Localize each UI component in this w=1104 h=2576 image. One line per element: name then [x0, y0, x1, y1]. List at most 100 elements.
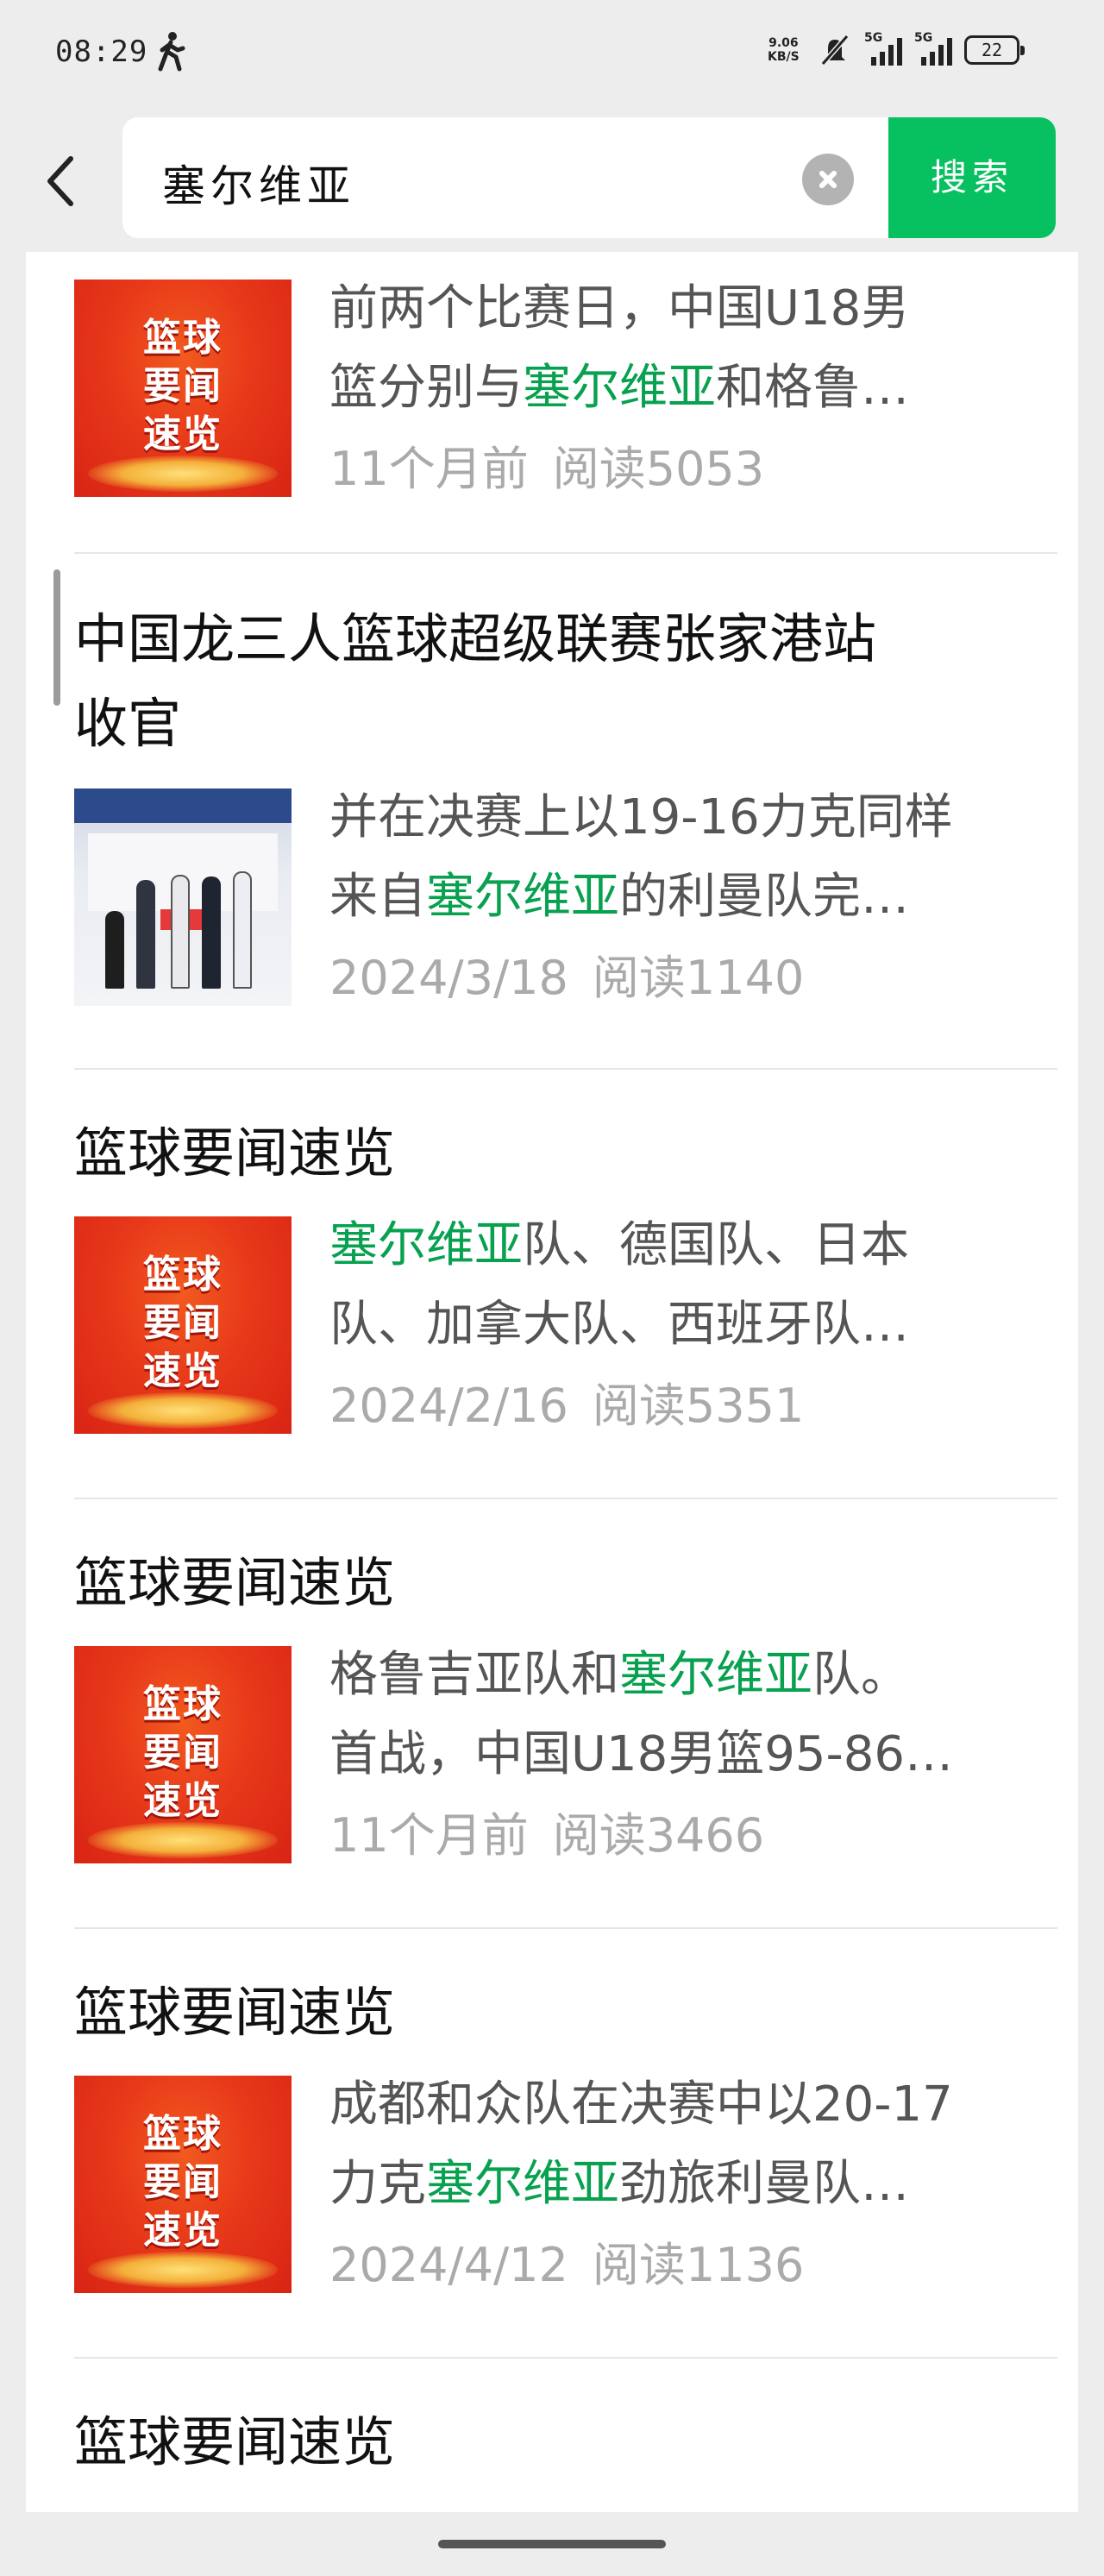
result-date: 2024/2/16 — [329, 1379, 568, 1433]
snippet-text: 和格鲁… — [716, 360, 909, 416]
thumb-text: 篮球 — [143, 2112, 223, 2156]
search-header: 塞尔维亚 搜索 — [0, 104, 1104, 252]
snippet-text: 的利曼队完… — [619, 869, 909, 925]
thumb-text: 篮球 — [143, 1682, 223, 1726]
highlighted-keyword: 塞尔维亚 — [523, 360, 716, 416]
highlighted-keyword: 塞尔维亚 — [426, 2156, 619, 2212]
signal-label: 5G — [914, 31, 933, 45]
result-date: 2024/3/18 — [329, 951, 568, 1005]
thumb-text: 速览 — [143, 2208, 223, 2252]
result-snippet-line: 篮分别与塞尔维亚和格鲁… — [329, 349, 1037, 428]
thumb-text: 要闻 — [143, 364, 223, 408]
net-speed-unit: KB/S — [768, 50, 800, 64]
search-query-text[interactable]: 塞尔维亚 — [162, 152, 355, 214]
highlighted-keyword: 塞尔维亚 — [329, 1217, 523, 1273]
result-snippet-line: 力克塞尔维亚劲旅利曼队… — [329, 2145, 1037, 2224]
snippet-text: 成都和众队在决赛中以20-17 — [329, 2077, 953, 2133]
signal-label: 5G — [864, 31, 883, 45]
snippet-text: 前两个比赛日，中国U18男 — [329, 280, 910, 336]
result-item[interactable]: 篮球要闻速览 篮球 要闻 速览 塞尔维亚队、德国队、日本 队、加拿大队、西班牙队… — [74, 1111, 1057, 1448]
result-snippet-line: 队、加拿大队、西班牙队… — [329, 1285, 1037, 1365]
result-item[interactable]: 中国龙三人篮球超级联赛张家港站 收官 并在决赛上以19-16力克同样 来自塞尔维… — [74, 597, 1057, 1020]
result-item[interactable]: 篮球要闻速览 — [74, 2400, 1057, 2485]
snippet-text: 来自 — [329, 869, 426, 925]
result-meta: 2024/2/16 阅读5351 — [329, 1365, 1037, 1448]
net-speed-value: 9.06 — [768, 36, 799, 50]
result-title[interactable]: 篮球要闻速览 — [74, 2400, 1057, 2485]
thumb-text: 篮球 — [143, 316, 223, 360]
thumb-text: 速览 — [143, 1779, 223, 1823]
divider — [74, 2357, 1057, 2359]
result-snippet-line: 塞尔维亚队、德国队、日本 — [329, 1206, 1037, 1285]
divider — [74, 552, 1057, 554]
search-results[interactable]: 篮球 要闻 速览 前两个比赛日，中国U18男 篮分别与塞尔维亚和格鲁… 11个月… — [26, 252, 1078, 2512]
scrollbar[interactable] — [53, 569, 60, 706]
result-snippet-line: 前两个比赛日，中国U18男 — [329, 269, 1037, 349]
result-snippet-line: 格鲁吉亚队和塞尔维亚队。 — [329, 1636, 1037, 1715]
result-read-count: 阅读5351 — [592, 1379, 805, 1433]
divider — [74, 1498, 1057, 1499]
thumb-text: 要闻 — [143, 2160, 223, 2204]
result-item[interactable]: 篮球 要闻 速览 前两个比赛日，中国U18男 篮分别与塞尔维亚和格鲁… 11个月… — [74, 280, 1057, 511]
result-read-count: 阅读5053 — [552, 442, 765, 496]
network-speed: 9.06 KB/S — [768, 36, 800, 64]
status-time: 08:29 — [55, 35, 148, 69]
result-snippet-line: 来自塞尔维亚的利曼队完… — [329, 858, 1037, 937]
thumb-text: 速览 — [143, 412, 223, 456]
article-thumbnail: 篮球 要闻 速览 — [74, 280, 292, 497]
article-thumbnail: 篮球 要闻 速览 — [74, 1646, 292, 1863]
highlighted-keyword: 塞尔维亚 — [619, 1647, 812, 1703]
home-indicator[interactable] — [438, 2540, 666, 2548]
clear-search-icon[interactable] — [802, 154, 854, 205]
result-read-count: 阅读3466 — [552, 1808, 765, 1863]
snippet-text: 队、德国队、日本 — [523, 1217, 909, 1273]
article-thumbnail: 篮球 要闻 速览 — [74, 1216, 292, 1434]
result-read-count: 阅读1136 — [592, 2238, 805, 2292]
divider — [74, 1068, 1057, 1070]
result-title[interactable]: 篮球要闻速览 — [74, 1970, 1057, 2055]
signal-strength-5g-2: 5G — [914, 31, 952, 66]
highlighted-keyword: 塞尔维亚 — [426, 869, 619, 925]
article-photo-thumbnail — [74, 789, 292, 1006]
result-meta: 11个月前 阅读3466 — [329, 1794, 1037, 1877]
snippet-text: 并在决赛上以19-16力克同样 — [329, 789, 953, 845]
thumb-text: 速览 — [143, 1349, 223, 1393]
article-thumbnail: 篮球 要闻 速览 — [74, 2076, 292, 2293]
mute-bell-icon — [820, 35, 850, 66]
thumb-text: 要闻 — [143, 1301, 223, 1345]
snippet-text: 队。 — [812, 1647, 909, 1703]
battery-icon: 22 — [964, 35, 1025, 65]
result-meta: 2024/3/18 阅读1140 — [329, 937, 1037, 1020]
signal-strength-5g-1: 5G — [864, 31, 902, 66]
result-title[interactable]: 篮球要闻速览 — [74, 1541, 1057, 1625]
snippet-text: 格鲁吉亚队和 — [329, 1647, 619, 1703]
result-date: 11个月前 — [329, 442, 529, 496]
result-meta: 2024/4/12 阅读1136 — [329, 2224, 1037, 2307]
divider — [74, 1927, 1057, 1929]
snippet-text: 首战，中国U18男篮95-86… — [329, 1726, 953, 1782]
thumb-text: 要闻 — [143, 1731, 223, 1775]
result-snippet-line: 并在决赛上以19-16力克同样 — [329, 778, 1037, 858]
thumb-text: 篮球 — [143, 1253, 223, 1297]
result-title[interactable]: 篮球要闻速览 — [74, 1111, 1057, 1196]
result-snippet-line: 首战，中国U18男篮95-86… — [329, 1715, 1037, 1794]
result-title[interactable]: 中国龙三人篮球超级联赛张家港站 — [74, 597, 1057, 682]
result-meta: 11个月前 阅读5053 — [329, 428, 1037, 511]
result-item[interactable]: 篮球要闻速览 篮球 要闻 速览 格鲁吉亚队和塞尔维亚队。 首战，中国U18男篮9… — [74, 1541, 1057, 1877]
result-snippet-line: 成都和众队在决赛中以20-17 — [329, 2065, 1037, 2145]
snippet-text: 劲旅利曼队… — [619, 2156, 909, 2212]
snippet-text: 力克 — [329, 2156, 426, 2212]
result-date: 2024/4/12 — [329, 2238, 568, 2292]
result-date: 11个月前 — [329, 1808, 529, 1863]
result-item[interactable]: 篮球要闻速览 篮球 要闻 速览 成都和众队在决赛中以20-17 力克塞尔维亚劲旅… — [74, 1970, 1057, 2307]
snippet-text: 篮分别与 — [329, 360, 523, 416]
result-title[interactable]: 收官 — [74, 682, 1057, 766]
result-read-count: 阅读1140 — [592, 951, 805, 1005]
status-icons: 5G 5G 22 — [818, 31, 1025, 67]
search-input[interactable]: 塞尔维亚 — [122, 117, 899, 238]
status-bar: 08:29 9.06 KB/S 5G 5G 22 — [0, 0, 1104, 104]
back-arrow-icon[interactable] — [38, 147, 81, 216]
search-button[interactable]: 搜索 — [888, 117, 1056, 238]
snippet-text: 队、加拿大队、西班牙队… — [329, 1297, 909, 1353]
walking-person-icon — [158, 32, 185, 72]
